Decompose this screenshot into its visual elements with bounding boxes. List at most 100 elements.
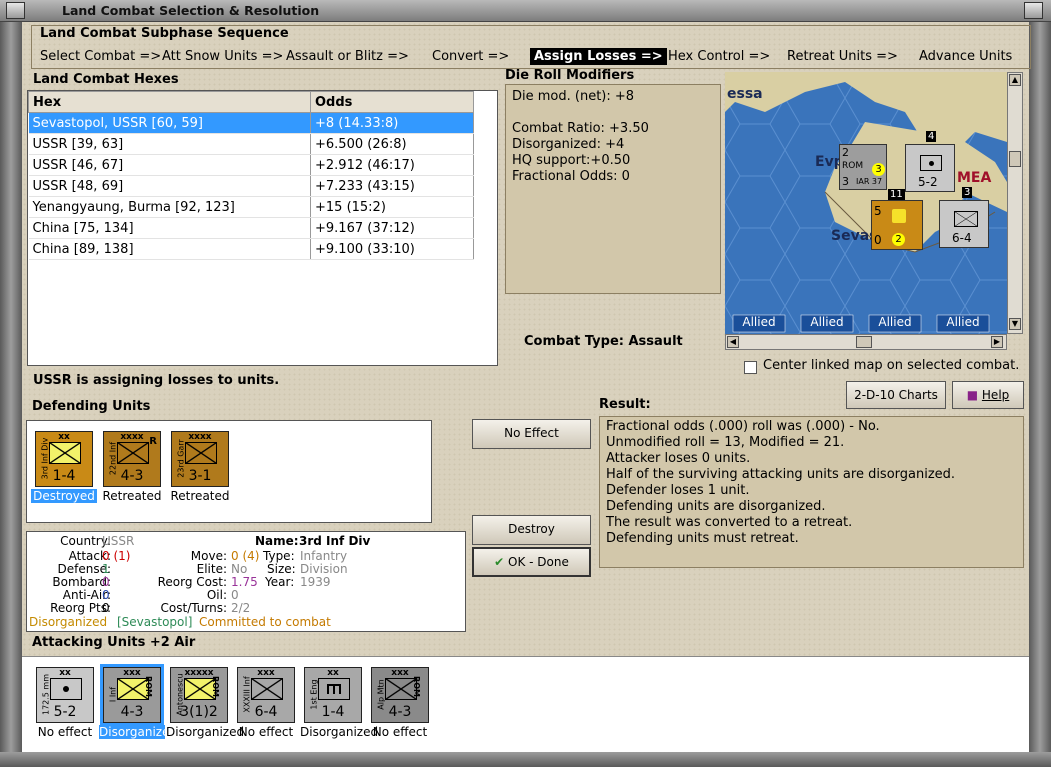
scroll-thumb[interactable] [1009,151,1021,167]
scroll-up-arrow-icon[interactable]: ▲ [1009,74,1021,86]
map-vertical-scrollbar[interactable]: ▲ ▼ [1007,72,1023,334]
unit-counter[interactable]: xxxx 22nd Inf 4-3 R [103,431,161,487]
hex-cell: USSR [39, 63] [28,133,311,155]
scroll-down-arrow-icon[interactable]: ▼ [1009,318,1021,330]
unit-counter[interactable]: xxx XXXIII Inf 6-4 [237,667,295,723]
detail-label: Elite: [196,562,227,576]
map-horizontal-scrollbar[interactable]: ◀ ▶ [725,334,1007,350]
unit-result: Destroyed [31,489,97,503]
phase-hex-control: Hex Control => [668,49,771,64]
odds-cell: +7.233 (43:15) [310,175,474,197]
unit-result: No effect [372,725,428,739]
help-button[interactable]: ■ Help [952,381,1024,409]
counter-strength: 5-2 [918,175,938,189]
infantry-symbol-icon [117,442,149,464]
allied-label: Allied [742,315,776,329]
detail-label: Anti-Air: [62,588,111,602]
left-border [0,22,22,767]
odds-cell: +6.500 (26:8) [310,133,474,155]
result-line: Unmodified roll = 13, Modified = 21. [606,435,845,450]
counter-tag: ROM [842,161,864,171]
result-line: Fractional odds (.000) roll was (.000) -… [606,419,880,434]
destroy-button[interactable]: Destroy [472,515,591,545]
unit-nation-tag: ROM [211,676,221,697]
hex-row[interactable]: China [75, 134] +9.167 (37:12) [28,217,474,239]
ok-done-button[interactable]: ✔ OK - Done [472,547,591,577]
hex-row[interactable]: Sevastopol, USSR [60, 59] +8 (14.33:8) [28,112,474,134]
unit-counter[interactable]: xx 3rd Inf Div 1-4 [35,431,93,487]
column-odds[interactable]: Odds [310,91,474,113]
map-counter-xxx[interactable]: 3 6-4 [939,187,989,248]
hex-cell: China [75, 134] [28,217,311,239]
hex-row[interactable]: China [89, 138] +9.100 (33:10) [28,238,474,260]
detail-label: Name: [255,534,299,548]
close-window-button[interactable] [1024,2,1043,19]
odds-cell: +9.167 (37:12) [310,217,474,239]
counter-strength: 2 [842,146,849,159]
counter-strength: 5 [874,204,882,218]
unit-counter[interactable]: xx 172.5 mm 5-2 [36,667,94,723]
hex-row[interactable]: USSR [46, 67] +2.912 (46:17) [28,154,474,176]
detail-label: Move: [190,549,227,563]
hexes-list: Hex Odds Sevastopol, USSR [60, 59] +8 (14… [27,90,498,366]
hexes-header: Land Combat Hexes [33,72,179,87]
scroll-left-arrow-icon[interactable]: ◀ [727,336,739,348]
detail-year: 1939 [300,575,331,589]
unit-counter[interactable]: xxxx 23rd Garr 3-1 [171,431,229,487]
unit-result: No effect [37,725,93,739]
hex-row[interactable]: USSR [39, 63] +6.500 (26:8) [28,133,474,155]
scroll-thumb[interactable] [856,336,872,348]
unit-result: No effect [238,725,294,739]
detail-type: Infantry [300,549,348,563]
unit-counter[interactable]: xxx Alp Mtn 4-3 ROM [371,667,429,723]
counter-marker: 2 [892,233,905,246]
odds-cell: +8 (14.33:8) [310,112,474,134]
unit-result: Retreated [102,489,162,503]
subphase-header: Land Combat Subphase Sequence [40,26,289,41]
center-map-checkbox[interactable] [744,361,757,374]
result-line: Defending units must retreat. [606,531,799,546]
attacking-units-panel: xx 172.5 mm 5-2 No effect xxx I Inf 4-3 ROM Diso… [22,656,1029,752]
attack-orig: (1) [113,549,131,563]
unit-counter[interactable]: xx 1st Eng 1-4 [304,667,362,723]
modifiers-box: Die mod. (net): +8 Combat Ratio: +3.50 D… [505,84,721,294]
detail-reorg-cost: 1.75 [231,575,258,589]
column-hex[interactable]: Hex [28,91,311,113]
detail-label: Type: [263,549,295,563]
hex-row[interactable]: USSR [48, 69] +7.233 (43:15) [28,175,474,197]
result-box: Fractional odds (.000) roll was (.000) -… [599,416,1024,568]
scroll-right-arrow-icon[interactable]: ▶ [991,336,1003,348]
detail-label: Defense: [57,562,111,576]
counter-strength: 6-4 [952,231,972,245]
charts-button[interactable]: 2-D-10 Charts [846,381,946,409]
ok-done-label: OK - Done [508,555,569,569]
detail-elite: No [231,562,248,576]
no-effect-button[interactable]: No Effect [472,419,591,449]
map-counter-rom-air[interactable]: 2 ROM 3 IAR 37 3 [839,144,887,190]
phase-assign-losses: Assign Losses => [530,48,667,65]
map-counter-artillery[interactable]: 4 5-2 [905,131,955,192]
detail-move: 0 (4) [231,549,259,563]
defending-units-panel: xx 3rd Inf Div 1-4 Destroyed xxxx 22nd Inf 4-3… [26,420,432,523]
unit-counter[interactable]: xxxxx Antonescu 3(1)2 ROM [170,667,228,723]
counter-stack-count: 11 [888,189,905,200]
unit-counter[interactable]: xxx I Inf 4-3 ROM [100,664,164,726]
phase-att-snow: Att Snow Units => [162,49,284,64]
system-menu-button[interactable] [6,2,25,19]
unit-nation-tag: ROM [144,676,154,697]
linked-map[interactable]: essa Evp MEA Sevas 2 ROM 3 IAR 37 3 4 5-… [725,72,1007,334]
map-counter-defender-stack[interactable]: 11 5 0 2 [871,189,923,250]
hex-row[interactable]: Yenangyaung, Burma [92, 123] +15 (15:2) [28,196,474,218]
combat-type: Combat Type: Assault [524,334,683,349]
unit-strength: 4-3 [120,468,144,484]
phase-advance: Advance Units [919,49,1013,64]
defending-header: Defending Units [32,399,151,414]
explosion-icon [892,209,906,223]
detail-cost-turns: 2/2 [231,601,251,615]
modifiers-header: Die Roll Modifiers [505,68,635,83]
detail-antiair: 0 [102,588,110,602]
result-line: Attacker loses 0 units. [606,451,751,466]
odds-cell: +9.100 (33:10) [310,238,474,260]
unit-strength: 3(1)2 [180,704,218,720]
detail-status-disorganized: Disorganized [29,615,108,629]
